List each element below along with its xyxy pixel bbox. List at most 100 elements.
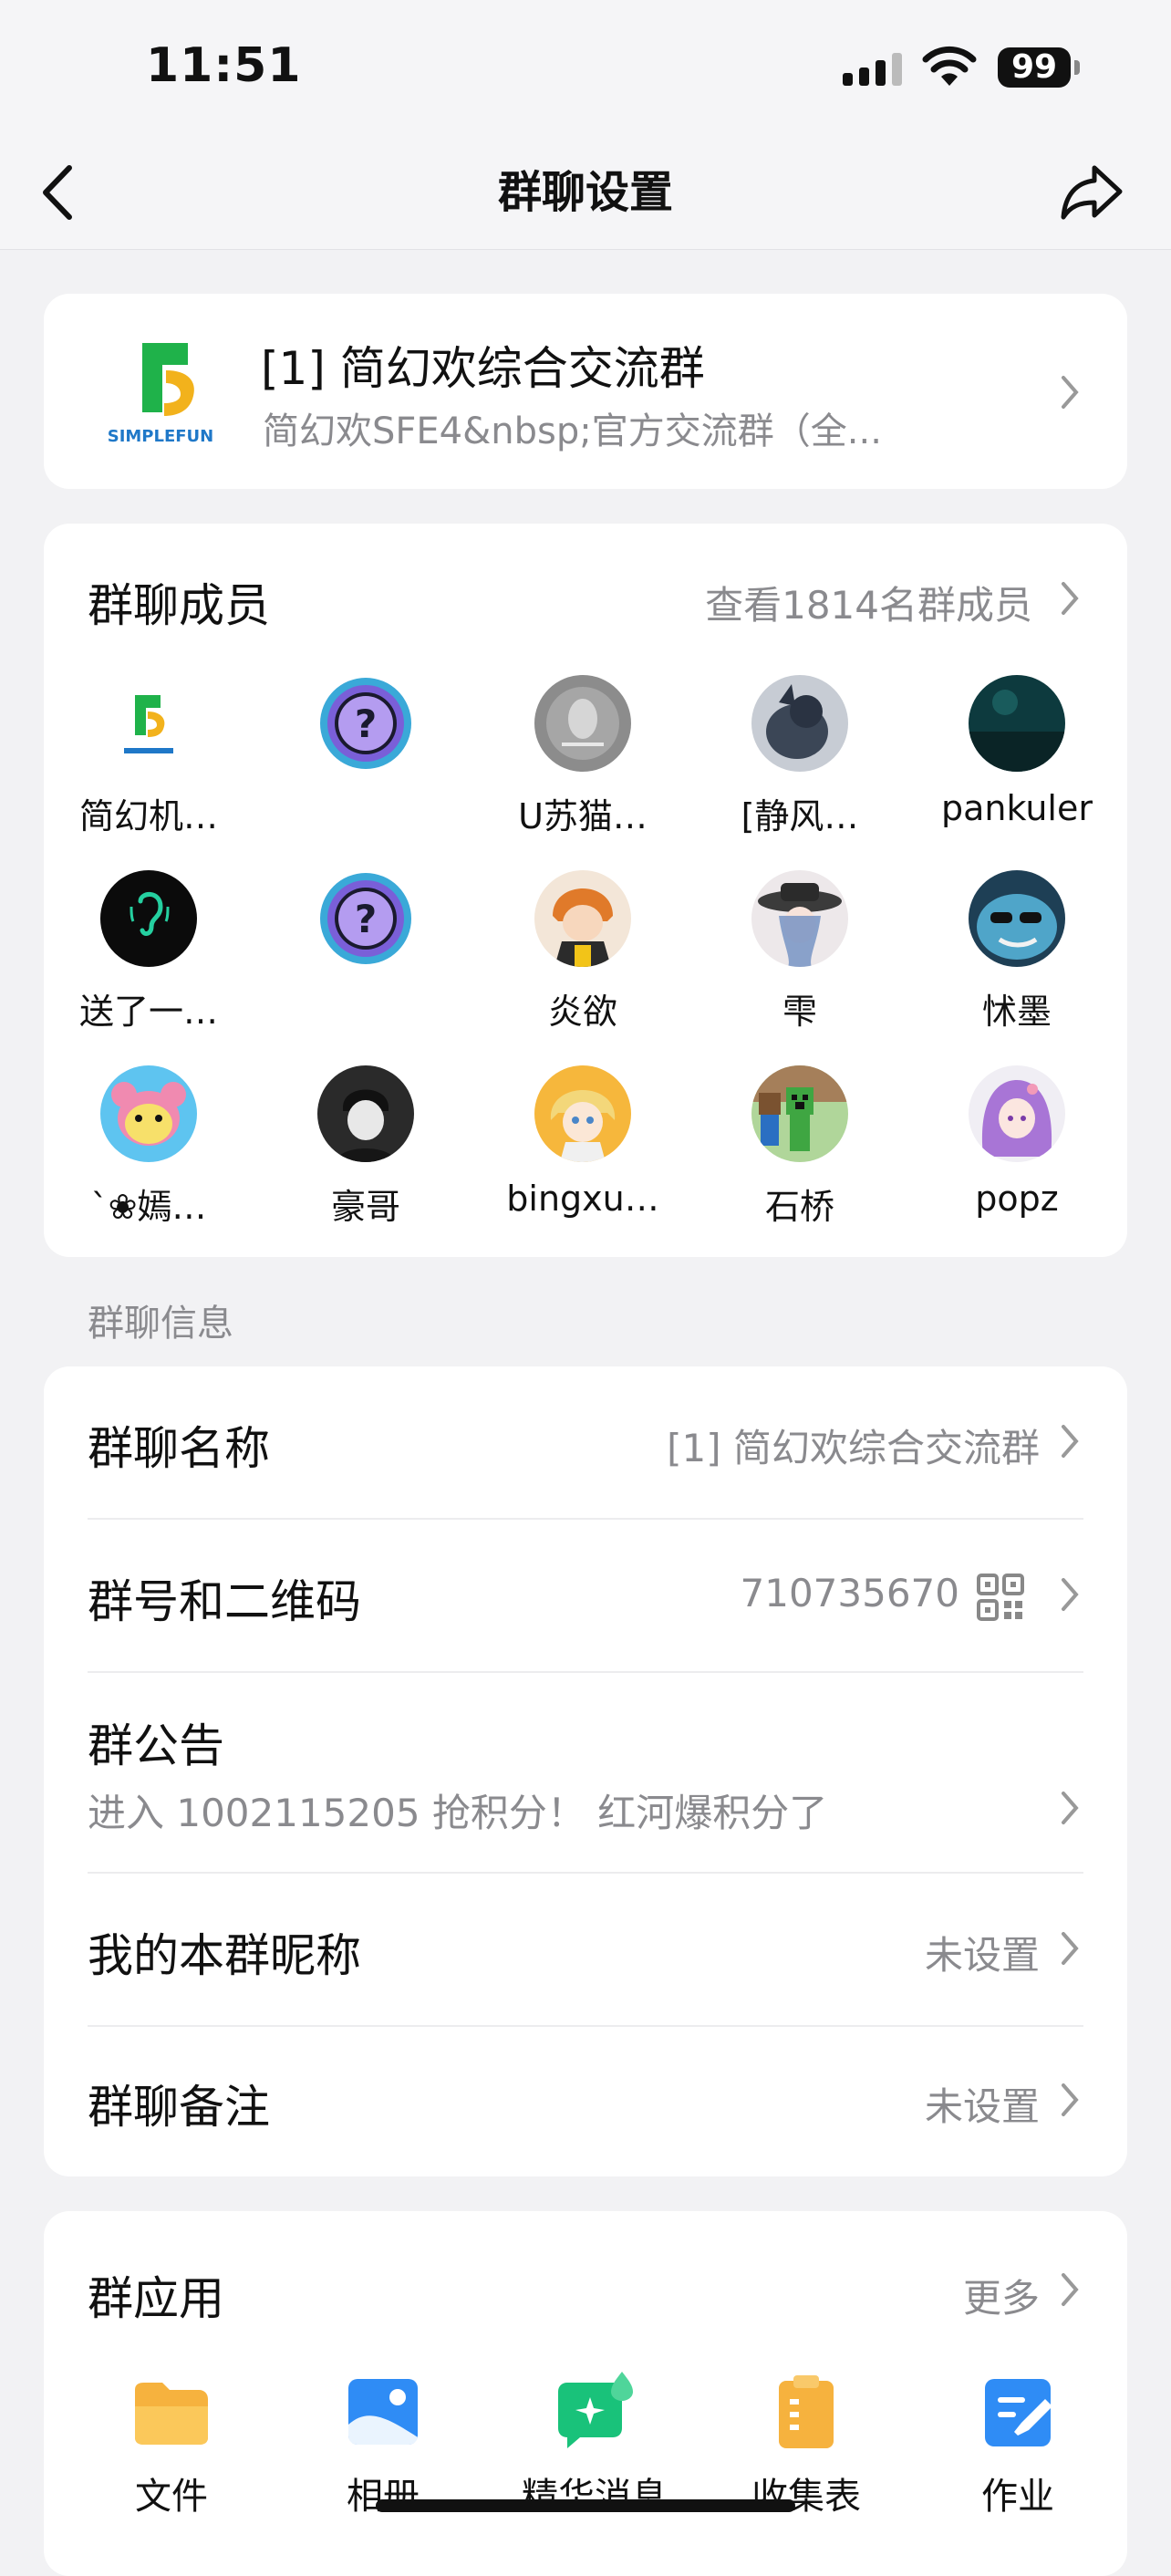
member-item[interactable]: U苏猫… [478,675,688,857]
my-nickname-label: 我的本群昵称 [88,1929,361,1982]
group-apps-title: 群应用 [88,2272,224,2325]
member-name: bingxu… [506,1179,659,1219]
svg-text:?: ? [355,701,377,746]
wifi-icon [922,46,977,86]
member-name: U苏猫… [518,796,648,836]
group-description: 简幻欢SFE4&nbsp;官方交流群（全... [263,410,882,452]
member-item[interactable]: 简幻机… [44,675,254,857]
member-name: `❀嫣… [90,1187,207,1227]
member-avatar [751,1065,848,1162]
member-item[interactable]: 炎欲 [478,870,688,1053]
group-header-card[interactable]: SIMPLEFUN [1] 简幻欢综合交流群 简幻欢SFE4&nbsp;官方交流… [44,294,1127,489]
member-avatar [100,675,197,772]
member-item[interactable]: popz [912,1065,1122,1248]
chevron-right-icon [1062,2083,1079,2116]
group-notice-row[interactable]: 群公告 进入 1002115205 抢积分！ 红河爆积分了 [44,1673,1127,1872]
chevron-right-icon [1062,376,1079,409]
member-avatar [534,675,631,772]
group-id-value: 710735670 [740,1571,960,1615]
question-mark-avatar-icon: ? [317,675,414,772]
member-item[interactable]: 怵墨 [912,870,1122,1053]
group-apps-more-link[interactable]: 更多 [963,2268,1040,2323]
member-item[interactable]: 豪哥 [261,1065,471,1248]
member-avatar [969,870,1065,967]
app-label: 作业 [981,2476,1054,2518]
member-item[interactable]: 送了一… [44,870,254,1053]
member-item[interactable]: bingxu… [478,1065,688,1248]
member-avatar [534,1065,631,1162]
group-apps-card: 群应用 更多 文件 相册 精华消息 收集表 作业 [44,2211,1127,2576]
member-avatar [317,1065,414,1162]
member-name: 炎欲 [547,992,617,1032]
member-avatar [534,870,631,967]
my-nickname-row[interactable]: 我的本群昵称 未设置 [44,1874,1127,2025]
app-homework[interactable]: 作业 [936,2372,1100,2536]
member-name: 石桥 [764,1187,834,1227]
status-time: 11:51 [146,38,302,93]
home-indicator [376,2499,795,2512]
group-id-row[interactable]: 群号和二维码 710735670 [44,1520,1127,1671]
member-name: [静风… [741,796,859,836]
member-avatar [100,870,197,967]
group-name-row[interactable]: 群聊名称 [1] 简幻欢综合交流群 [44,1366,1127,1518]
member-name: 怵墨 [981,992,1052,1032]
member-item[interactable]: pankuler [912,675,1122,857]
group-logo: SIMPLEFUN [108,343,214,446]
battery-indicator: 99 [998,47,1071,88]
member-name: 送了一… [78,992,218,1032]
member-avatar [100,1065,197,1162]
member-avatar [969,675,1065,772]
battery-tip [1074,60,1080,75]
member-name: 简幻机… [78,796,218,836]
member-avatar [969,1065,1065,1162]
homework-icon [985,2379,1052,2446]
chevron-right-icon [1062,1932,1079,1965]
group-name: [1] 简幻欢综合交流群 [261,342,705,395]
svg-text:?: ? [355,897,377,941]
member-name: popz [975,1179,1059,1219]
app-files[interactable]: 文件 [89,2372,254,2536]
app-label: 文件 [135,2476,208,2518]
group-notice-value: 进入 1002115205 抢积分！ 红河爆积分了 [88,1791,828,1835]
group-notice-label: 群公告 [88,1719,224,1772]
view-all-members-link[interactable]: 查看1814名群成员 [705,575,1032,630]
cellular-signal-icon [843,49,903,86]
member-avatar [751,870,848,967]
member-name: 豪哥 [330,1187,400,1227]
photo-album-icon [348,2379,418,2445]
member-item[interactable]: 石桥 [695,1065,905,1248]
group-remark-label: 群聊备注 [88,2081,270,2134]
group-remark-value: 未设置 [924,2084,1040,2129]
share-icon[interactable] [1058,159,1127,226]
navigation-bar: 群聊设置 [0,137,1171,250]
group-info-card: 群聊名称 [1] 简幻欢综合交流群 群号和二维码 710735670 群公告 进… [44,1366,1127,2176]
chevron-right-icon[interactable] [1060,2271,1080,2308]
folder-icon [135,2383,208,2445]
svg-text:SIMPLEFUN: SIMPLEFUN [108,427,214,446]
group-name-label: 群聊名称 [88,1422,270,1475]
member-name: pankuler [941,788,1093,828]
page-title: 群聊设置 [497,167,673,218]
essence-message-icon [558,2372,633,2448]
members-title: 群聊成员 [88,579,270,632]
chevron-right-icon [1062,1578,1079,1611]
member-item[interactable]: [静风… [695,675,905,857]
group-members-card: 群聊成员 查看1814名群成员 简幻机… ? U苏猫… [静风… pankule… [44,524,1127,1257]
member-avatar [751,675,848,772]
clipboard-icon [779,2375,834,2448]
chevron-right-icon [1062,1792,1079,1824]
member-name: 雫 [782,992,817,1032]
chevron-right-icon[interactable] [1060,580,1080,617]
group-id-label: 群号和二维码 [88,1575,361,1628]
member-item[interactable]: ? [261,870,471,1053]
qr-code-icon [977,1574,1024,1621]
group-info-section-label: 群聊信息 [88,1303,233,1345]
my-nickname-value: 未设置 [924,1933,1040,1978]
status-bar: 11:51 99 [0,0,1171,137]
member-item[interactable]: ? [261,675,471,857]
member-item[interactable]: 雫 [695,870,905,1053]
chevron-right-icon [1062,1425,1079,1458]
member-item[interactable]: `❀嫣… [44,1065,254,1248]
question-mark-avatar-icon: ? [317,870,414,967]
group-remark-row[interactable]: 群聊备注 未设置 [44,2027,1127,2176]
